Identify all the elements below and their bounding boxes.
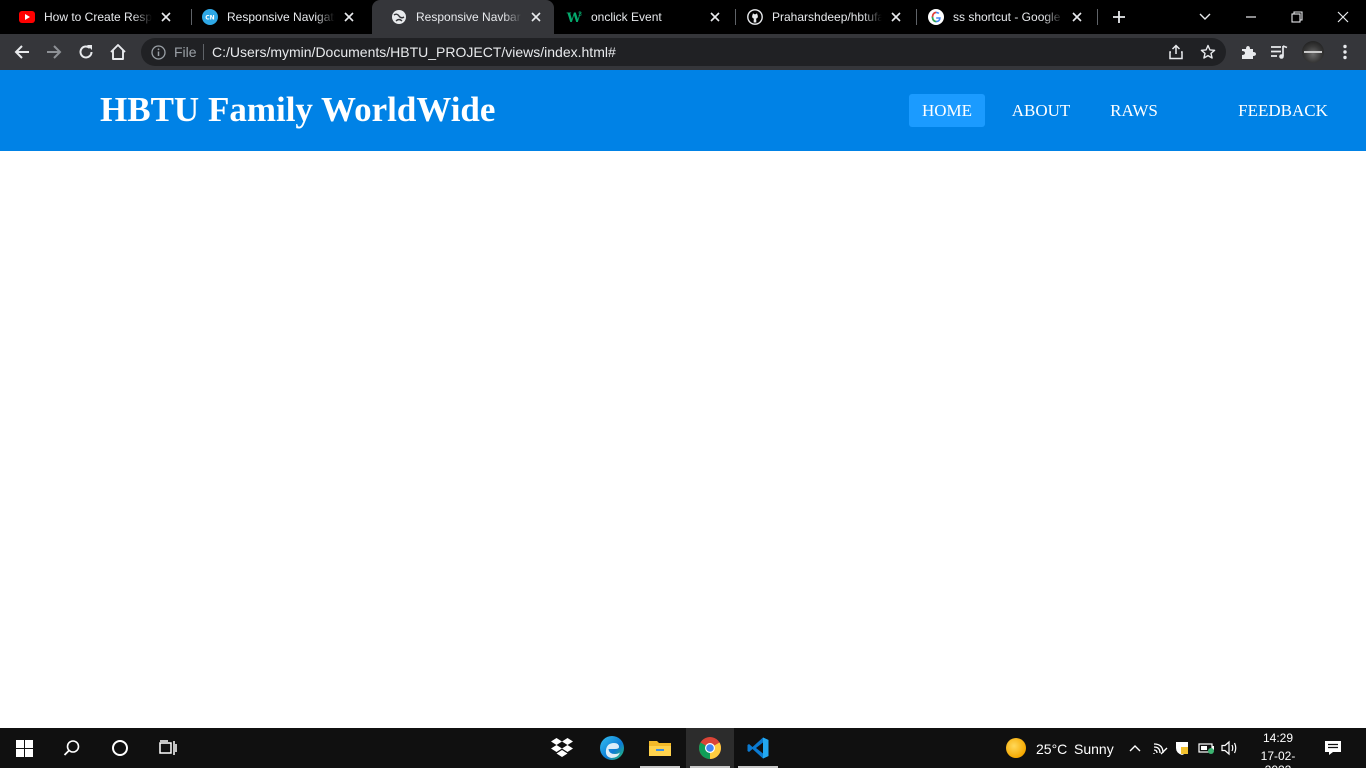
nav-link-feedback[interactable]: FEEDBACK bbox=[1228, 94, 1338, 127]
windows-start-icon[interactable] bbox=[0, 728, 48, 768]
weather-sun-icon[interactable] bbox=[1006, 738, 1026, 758]
url-text[interactable]: C:/Users/mymin/Documents/HBTU_PROJECT/vi… bbox=[212, 45, 616, 59]
minimize-icon[interactable] bbox=[1228, 0, 1274, 34]
notification-center-icon[interactable] bbox=[1324, 738, 1342, 758]
nav-link-raws[interactable]: RAWS bbox=[1100, 94, 1168, 127]
kebab-menu-icon[interactable] bbox=[1331, 38, 1359, 66]
tab-title: How to Create Responsive Navbar bbox=[44, 10, 152, 24]
tab-close-icon[interactable] bbox=[888, 9, 904, 25]
tab-responsive-navbar[interactable]: Responsive Navbar | CodingNepal bbox=[372, 0, 554, 34]
weather-temperature[interactable]: 25°C bbox=[1036, 741, 1067, 757]
tab-title: Praharshdeep/hbtufamily bbox=[772, 10, 882, 24]
cortana-icon[interactable] bbox=[96, 728, 144, 768]
info-icon[interactable] bbox=[150, 44, 166, 60]
url-scheme-label: File bbox=[174, 44, 197, 60]
codingninjas-icon: CN bbox=[202, 9, 218, 25]
extensions-puzzle-icon[interactable] bbox=[1234, 38, 1262, 66]
tab-separator bbox=[1097, 9, 1098, 25]
restore-icon[interactable] bbox=[1274, 0, 1320, 34]
media-playlist-icon[interactable] bbox=[1265, 38, 1293, 66]
search-icon[interactable] bbox=[48, 728, 96, 768]
security-shield-icon[interactable] bbox=[1173, 738, 1191, 758]
home-icon[interactable] bbox=[104, 38, 132, 66]
page-viewport: HBTU Family WorldWide HOME ABOUT RAWS FE… bbox=[0, 70, 1366, 728]
tab-onclick-event[interactable]: W3 onclick Event bbox=[547, 0, 733, 34]
globe-icon bbox=[391, 9, 407, 25]
profile-avatar[interactable] bbox=[1302, 41, 1324, 63]
browser-toolbar: File C:/Users/mymin/Documents/HBTU_PROJE… bbox=[0, 34, 1366, 70]
google-icon bbox=[928, 9, 944, 25]
tab-title: onclick Event bbox=[591, 10, 662, 24]
reload-icon[interactable] bbox=[72, 38, 100, 66]
dropbox-icon[interactable] bbox=[538, 728, 586, 768]
tab-close-icon[interactable] bbox=[707, 9, 723, 25]
tab-search-chevron-down-icon[interactable] bbox=[1182, 0, 1228, 34]
network-wifi-icon[interactable] bbox=[1151, 738, 1169, 758]
forward-arrow-icon[interactable] bbox=[40, 38, 68, 66]
github-icon bbox=[747, 9, 763, 25]
tab-google-search[interactable]: ss shortcut - Google Search bbox=[909, 0, 1095, 34]
close-window-icon[interactable] bbox=[1320, 0, 1366, 34]
tab-github[interactable]: Praharshdeep/hbtufamily bbox=[728, 0, 914, 34]
windows-taskbar: 25°C Sunny 14:29 17-02-2022 bbox=[0, 728, 1366, 777]
battery-charging-icon[interactable] bbox=[1198, 738, 1216, 758]
tab-close-icon[interactable] bbox=[341, 9, 357, 25]
youtube-icon bbox=[19, 9, 35, 25]
address-bar[interactable]: File C:/Users/mymin/Documents/HBTU_PROJE… bbox=[141, 38, 1226, 66]
file-explorer-icon[interactable] bbox=[636, 728, 684, 768]
w3schools-icon: W3 bbox=[566, 9, 582, 25]
bookmark-star-icon[interactable] bbox=[1199, 43, 1217, 61]
clock-date[interactable]: 17-02-2022 bbox=[1248, 749, 1308, 777]
task-view-icon[interactable] bbox=[144, 728, 192, 768]
site-brand-logo[interactable]: HBTU Family WorldWide bbox=[100, 89, 495, 131]
tab-coding-ninjas[interactable]: CN Responsive Navigation Bar bbox=[183, 0, 367, 34]
nav-link-about[interactable]: ABOUT bbox=[1002, 94, 1080, 127]
back-arrow-icon[interactable] bbox=[8, 38, 36, 66]
svg-text:CN: CN bbox=[205, 15, 214, 22]
chrome-icon[interactable] bbox=[686, 728, 734, 768]
new-tab-icon[interactable] bbox=[1108, 7, 1130, 27]
tab-strip: How to Create Responsive Navbar CN Respo… bbox=[0, 0, 1366, 34]
tab-title: ss shortcut - Google Search bbox=[953, 10, 1063, 24]
weather-condition[interactable]: Sunny bbox=[1074, 741, 1114, 757]
site-navbar: HBTU Family WorldWide HOME ABOUT RAWS FE… bbox=[0, 70, 1366, 151]
tab-title: Responsive Navbar | CodingNepal bbox=[416, 10, 522, 24]
tab-title: Responsive Navigation Bar bbox=[227, 10, 335, 24]
tab-youtube[interactable]: How to Create Responsive Navbar bbox=[0, 0, 184, 34]
edge-icon[interactable] bbox=[588, 728, 636, 768]
clock-time[interactable]: 14:29 bbox=[1250, 731, 1306, 745]
tab-close-icon[interactable] bbox=[1069, 9, 1085, 25]
tray-chevron-up-icon[interactable] bbox=[1126, 738, 1144, 758]
share-icon[interactable] bbox=[1167, 43, 1185, 61]
omnibox-divider bbox=[203, 44, 204, 60]
nav-link-home[interactable]: HOME bbox=[909, 94, 985, 127]
svg-text:3: 3 bbox=[578, 11, 582, 18]
vscode-icon[interactable] bbox=[734, 728, 782, 768]
tab-close-icon[interactable] bbox=[528, 9, 544, 25]
tab-close-icon[interactable] bbox=[158, 9, 174, 25]
volume-speaker-icon[interactable] bbox=[1221, 738, 1239, 758]
